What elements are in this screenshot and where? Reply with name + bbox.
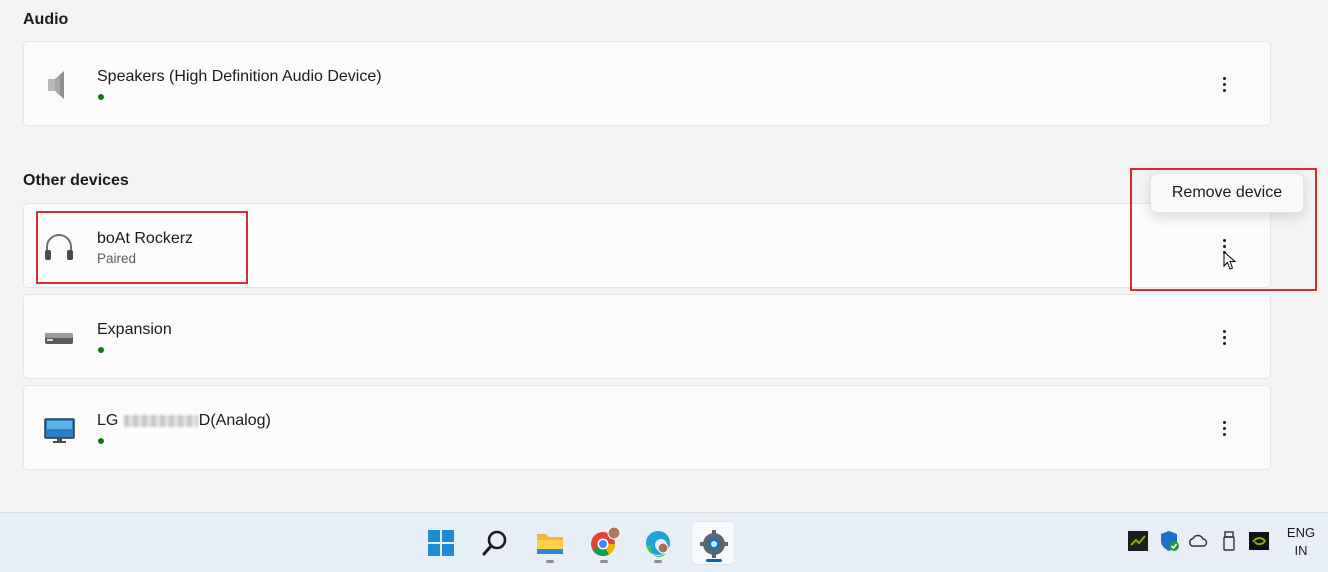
nvidia-tray-icon[interactable] [1127, 530, 1149, 552]
start-button[interactable] [419, 521, 463, 565]
language-indicator[interactable]: ENG IN [1284, 524, 1318, 560]
start-icon [428, 530, 454, 556]
edge-button[interactable] [636, 521, 680, 565]
device-card-lg-monitor[interactable]: LG D(Analog) [23, 385, 1271, 470]
settings-button[interactable] [691, 521, 735, 565]
usb-icon[interactable] [1218, 530, 1240, 552]
running-indicator [654, 560, 662, 563]
edge-icon [646, 531, 670, 558]
device-name-prefix: LG [97, 412, 123, 429]
more-options-button[interactable] [1214, 70, 1234, 98]
highlight-box-menu [1130, 168, 1317, 291]
security-icon[interactable] [1158, 530, 1180, 552]
device-name-suffix: D(Analog) [198, 412, 271, 429]
audio-section-title: Audio [23, 11, 69, 28]
speaker-icon [42, 68, 78, 102]
search-button[interactable] [473, 521, 517, 565]
other-devices-section-title: Other devices [23, 172, 129, 189]
onedrive-icon[interactable] [1187, 530, 1209, 552]
language-code: ENG [1286, 525, 1316, 540]
device-name: Expansion [97, 321, 172, 338]
device-card-expansion[interactable]: Expansion [23, 294, 1271, 379]
running-indicator [546, 560, 554, 563]
file-explorer-button[interactable] [528, 521, 572, 565]
connected-status-dot [98, 438, 104, 444]
region-code: IN [1294, 543, 1308, 558]
nvidia-icon[interactable] [1248, 530, 1270, 552]
more-options-button[interactable] [1214, 414, 1234, 442]
chrome-icon [591, 527, 620, 557]
drive-icon [42, 321, 78, 355]
running-indicator [600, 560, 608, 563]
settings-icon [700, 530, 728, 558]
more-options-button[interactable] [1214, 323, 1234, 351]
device-card-speakers[interactable]: Speakers (High Definition Audio Device) [23, 41, 1271, 126]
device-name: Speakers (High Definition Audio Device) [97, 68, 382, 85]
active-indicator [706, 559, 722, 562]
highlight-box-device [36, 211, 248, 284]
connected-status-dot [98, 94, 104, 100]
chrome-button[interactable] [582, 521, 626, 565]
device-name: LG D(Analog) [97, 412, 271, 430]
monitor-icon [42, 412, 78, 446]
search-icon [482, 530, 507, 556]
connected-status-dot [98, 347, 104, 353]
file-explorer-icon [537, 534, 563, 554]
redacted-text [123, 414, 198, 427]
